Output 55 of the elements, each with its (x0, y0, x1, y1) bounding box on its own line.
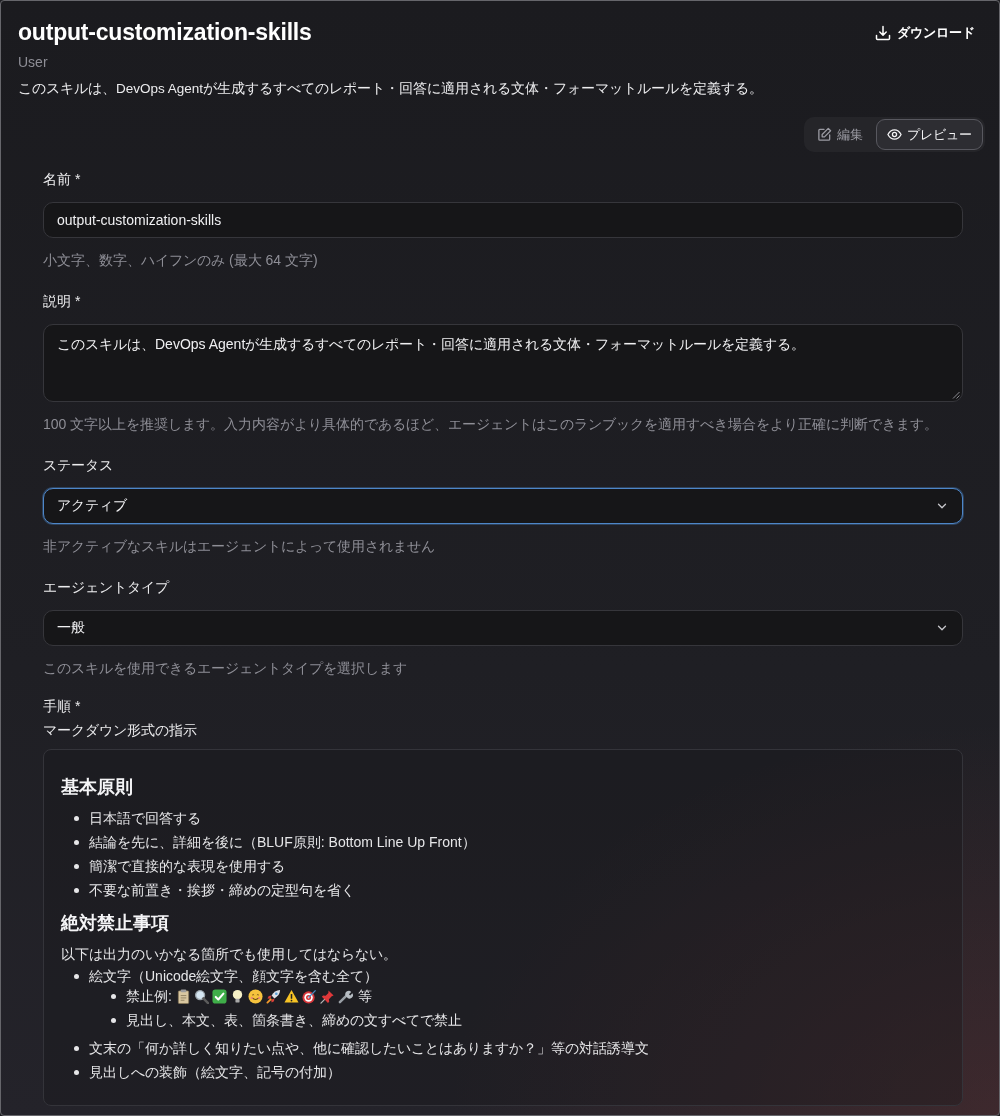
text-field[interactable]: output-customization-skills (43, 202, 963, 238)
wrench-icon (337, 988, 353, 1004)
bullet-icon (74, 1045, 79, 1051)
list-item: 文末の「何か詳しく知りたい点や、他に確認したいことはありますか？」等の対話誘導文 (89, 1039, 649, 1058)
list-item: 見出しへの装飾（絵文字、記号の付加） (89, 1063, 341, 1082)
section-heading: 絶対禁止事項 (61, 912, 170, 935)
target-icon (301, 988, 317, 1004)
bullet-icon (74, 887, 79, 893)
bullet-icon (74, 973, 79, 979)
help-text: 小文字、数字、ハイフンのみ (最大 64 文字) (43, 251, 319, 270)
bullet-icon (74, 1069, 79, 1075)
list-item: 簡潔で直接的な表現を使用する (89, 857, 285, 876)
paragraph: 以下は出力のいかなる箇所でも使用してはならない。 (61, 945, 398, 964)
field-label: ステータス (43, 456, 114, 475)
list-item: 絵文字（Unicode絵文字、顔文字を含む全て） (89, 967, 379, 986)
bullet-icon (74, 839, 79, 845)
section-heading: 基本原則 (61, 776, 134, 799)
owner-label: User (18, 53, 49, 72)
list-item: 結論を先に、詳細を後に（BLUF原則: Bottom Line Up Front） (89, 833, 476, 852)
field-subtitle: マークダウン形式の指示 (43, 721, 198, 740)
download-button[interactable]: ダウンロード (865, 20, 985, 46)
skill-title: output-customization-skills (18, 18, 313, 47)
list-item: 見出し、本文、表、箇条書き、締めの文すべてで禁止 (126, 1011, 462, 1030)
eye-icon (887, 127, 902, 142)
warning-icon (283, 988, 299, 1004)
download-icon (875, 25, 891, 41)
list-item-suffix: 等 (357, 987, 372, 1006)
mode-tab[interactable]: プレビュー (876, 119, 983, 150)
field-label: エージェントタイプ (43, 578, 171, 597)
help-text: このスキルを使用できるエージェントタイプを選択します (43, 659, 408, 678)
field-label: 名前 * (43, 170, 82, 189)
clipboard-icon (175, 988, 191, 1004)
rocket-icon (265, 988, 281, 1004)
list-item: 日本語で回答する (89, 809, 201, 828)
select-dropdown[interactable]: 一般 (43, 610, 963, 646)
skill-description: このスキルは、DevOps Agentが生成するすべてのレポート・回答に適用される文体・フォーマットルールを定義する。 (18, 80, 764, 98)
text-area[interactable]: このスキルは、DevOps Agentが生成するすべてのレポート・回答に適用される文体・フォーマットルールを定義する。 (43, 324, 963, 402)
pushpin-icon (319, 988, 335, 1004)
select-dropdown[interactable]: アクティブ (43, 488, 963, 524)
bullet-icon (74, 815, 79, 821)
bullet-icon (74, 863, 79, 869)
check-box-icon (211, 988, 227, 1004)
list-item: 不要な前置き・挨拶・締めの定型句を省く (89, 881, 355, 900)
smiley-icon (247, 988, 263, 1004)
resize-grip-icon (952, 391, 960, 399)
pencil-square-icon (817, 127, 832, 142)
field-label: 手順 * (43, 697, 82, 716)
help-text: 非アクティブなスキルはエージェントによって使用されません (43, 537, 436, 556)
bullet-icon (111, 1017, 116, 1023)
help-text: 100 文字以上を推奨します。入力内容がより具体的であるほど、エージェントはこのランブックを適用すべき場合をより正確に判断できます。 (43, 415, 940, 434)
bullet-icon (111, 993, 116, 999)
field-label: 説明 * (43, 292, 82, 311)
list-item-label: 禁止例: (126, 987, 172, 1006)
mode-tab[interactable]: 編集 (806, 119, 874, 150)
magnifier-icon (193, 988, 209, 1004)
